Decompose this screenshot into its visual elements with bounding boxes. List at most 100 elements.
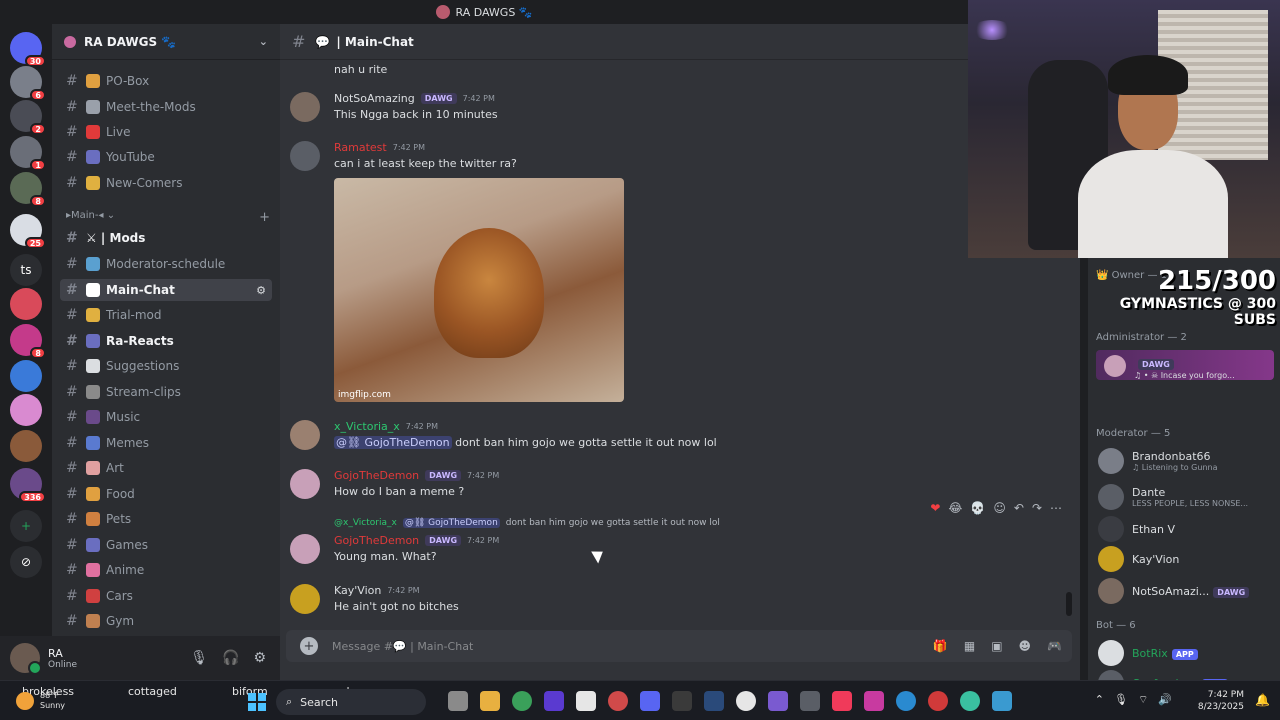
clock[interactable]: 7:42 PM 8/23/2025 <box>1198 689 1244 713</box>
app-icon[interactable] <box>928 691 948 711</box>
app-icon[interactable] <box>960 691 980 711</box>
laugh-reaction-icon[interactable]: 😂 <box>948 501 962 515</box>
skull-reaction-icon[interactable]: 💀 <box>970 501 985 515</box>
channel-moderator-schedule[interactable]: # Moderator-schedule <box>60 253 272 275</box>
discover-icon[interactable]: ⊘ <box>10 546 42 578</box>
headphones-icon[interactable]: 🎧 <box>222 650 239 666</box>
chrome-icon[interactable] <box>512 691 532 711</box>
member-item[interactable]: Ethan V <box>1098 516 1276 542</box>
game-controller-icon[interactable]: 🎮 <box>1047 639 1062 653</box>
streamlabs-icon[interactable] <box>864 691 884 711</box>
volume-icon[interactable]: 🔊 <box>1158 693 1172 707</box>
channel-music[interactable]: # Music <box>60 406 272 428</box>
gif-attachment[interactable]: imgflip.com <box>334 178 624 402</box>
app-icon[interactable] <box>736 691 756 711</box>
member-item[interactable]: Kay'Vion <box>1098 546 1276 572</box>
file-explorer-icon[interactable] <box>480 691 500 711</box>
channel-main-chat[interactable]: # Main-Chat ⚙ <box>60 279 272 301</box>
member-item[interactable]: Brandonbat66 ♫ Listening to Gunna <box>1098 448 1276 474</box>
app-icon[interactable] <box>896 691 916 711</box>
message-composer[interactable]: + Message #💬 | Main-Chat 🎁 ▦ ▣ ☻ 🎮 <box>286 630 1072 662</box>
channel-cars[interactable]: # Cars <box>60 585 272 607</box>
reply-icon[interactable]: ↶ <box>1014 501 1024 515</box>
tray-chevron-icon[interactable]: ⌃ <box>1095 693 1104 707</box>
avatar[interactable] <box>290 141 320 171</box>
microphone-icon[interactable]: 🎙 <box>190 650 208 666</box>
weather-widget[interactable]: 88°F Sunny <box>16 691 65 711</box>
server-icon[interactable]: 6 <box>10 66 46 101</box>
server-icon[interactable]: 25 <box>10 214 46 249</box>
channel-meet-the-mods[interactable]: # Meet-the-Mods <box>60 96 272 118</box>
epic-games-icon[interactable] <box>672 691 692 711</box>
add-reaction-icon[interactable]: ☺ <box>993 501 1006 515</box>
composer-placeholder[interactable]: Message #💬 | Main-Chat <box>332 640 473 653</box>
message-author[interactable]: Ramatest <box>334 141 387 154</box>
chat-message[interactable]: GojoTheDemon DAWG 7:42 PM How do I ban a me… <box>290 469 1070 499</box>
server-icon[interactable]: 30 <box>10 32 46 67</box>
chat-message[interactable]: nah u rite <box>290 60 1070 76</box>
chat-message[interactable]: Ramatest 7:42 PM can i at least keep the t… <box>290 141 1070 171</box>
windows-start-icon[interactable] <box>248 693 266 711</box>
channel-memes[interactable]: # Memes <box>60 432 272 454</box>
channel-new-comers[interactable]: # New-Comers <box>60 172 272 194</box>
steam-icon[interactable] <box>704 691 724 711</box>
server-icon[interactable] <box>10 360 42 392</box>
channel-anime[interactable]: # Anime <box>60 559 272 581</box>
channel-art[interactable]: # Art <box>60 457 272 479</box>
chat-message[interactable]: Kay'Vion 7:42 PM He ain't got no bitches <box>290 584 1070 614</box>
channel-stream-clips[interactable]: # Stream-clips <box>60 381 272 403</box>
server-icon[interactable]: ts <box>10 254 42 286</box>
message-author[interactable]: NotSoAmazing <box>334 92 415 105</box>
notepad-icon[interactable] <box>992 691 1012 711</box>
channel-ra-reacts[interactable]: # Ra-Reacts <box>60 330 272 352</box>
member-item[interactable]: NotSoAmazi... DAWG <box>1098 578 1276 604</box>
avatar[interactable] <box>290 469 320 499</box>
more-icon[interactable]: ⋯ <box>1050 501 1062 515</box>
add-server-icon[interactable]: + <box>10 510 42 542</box>
vegas-icon[interactable] <box>544 691 564 711</box>
notification-bell-icon[interactable]: 🔔 <box>1255 693 1270 707</box>
chevron-down-icon[interactable]: ⌄ <box>259 35 268 48</box>
channel-pets[interactable]: # Pets <box>60 508 272 530</box>
user-mention[interactable]: @⛓ GojoTheDemon <box>334 436 452 449</box>
chat-message[interactable]: NotSoAmazing DAWG 7:42 PM This Ngga back in… <box>290 92 1070 122</box>
server-icon[interactable]: 2 <box>10 100 46 135</box>
channel-food[interactable]: # Food <box>60 483 272 505</box>
gift-icon[interactable]: 🎁 <box>933 639 948 653</box>
settings-app-icon[interactable] <box>800 691 820 711</box>
channel-suggestions[interactable]: # Suggestions <box>60 355 272 377</box>
channel-games[interactable]: # Games <box>60 534 272 556</box>
channel-youtube[interactable]: # YouTube <box>60 146 272 168</box>
avatar[interactable] <box>290 420 320 450</box>
avatar[interactable] <box>290 92 320 122</box>
avatar[interactable] <box>10 643 42 675</box>
server-icon[interactable]: 336 <box>10 468 46 503</box>
microphone-icon[interactable]: 🎙 <box>1114 693 1128 707</box>
server-icon[interactable] <box>10 288 42 320</box>
emoji-icon[interactable]: ☻ <box>1019 639 1032 653</box>
server-icon[interactable] <box>10 430 42 462</box>
heart-reaction-icon[interactable]: ❤ <box>930 501 940 515</box>
server-header[interactable]: RA DAWGS 🐾 ⌄ <box>52 24 280 60</box>
add-channel-icon[interactable]: + <box>259 210 270 225</box>
scrollbar[interactable] <box>1066 592 1072 616</box>
message-author[interactable]: x_Victoria_x <box>334 420 400 433</box>
message-author[interactable]: Kay'Vion <box>334 584 381 597</box>
attach-plus-icon[interactable]: + <box>300 637 318 655</box>
avatar[interactable] <box>290 584 320 614</box>
channel-live[interactable]: # Live <box>60 121 272 143</box>
discord-icon[interactable] <box>640 691 660 711</box>
obs-icon[interactable] <box>608 691 628 711</box>
capcut-icon[interactable] <box>576 691 596 711</box>
channel-mods[interactable]: # ⚔ | Mods <box>60 227 272 249</box>
gif-icon[interactable]: ▦ <box>964 639 975 653</box>
member-item[interactable]: Dante LESS PEOPLE, LESS NONSE... <box>1098 484 1276 510</box>
taskbar-search[interactable]: ⌕ Search <box>276 689 426 715</box>
admin-member[interactable]: DAWG ♫ • ☠ Incase you forgo... <box>1104 352 1274 380</box>
server-icon[interactable]: 1 <box>10 136 46 171</box>
channel-trial-mod[interactable]: # Trial-mod <box>60 304 272 326</box>
channel-settings-icon[interactable]: ⚙ <box>256 284 266 297</box>
gear-icon[interactable]: ⚙ <box>253 650 266 666</box>
gamepad-app-icon[interactable] <box>768 691 788 711</box>
reply-preview[interactable]: @x_Victoria_x @⛓ GojoTheDemon dont ban h… <box>334 518 720 528</box>
